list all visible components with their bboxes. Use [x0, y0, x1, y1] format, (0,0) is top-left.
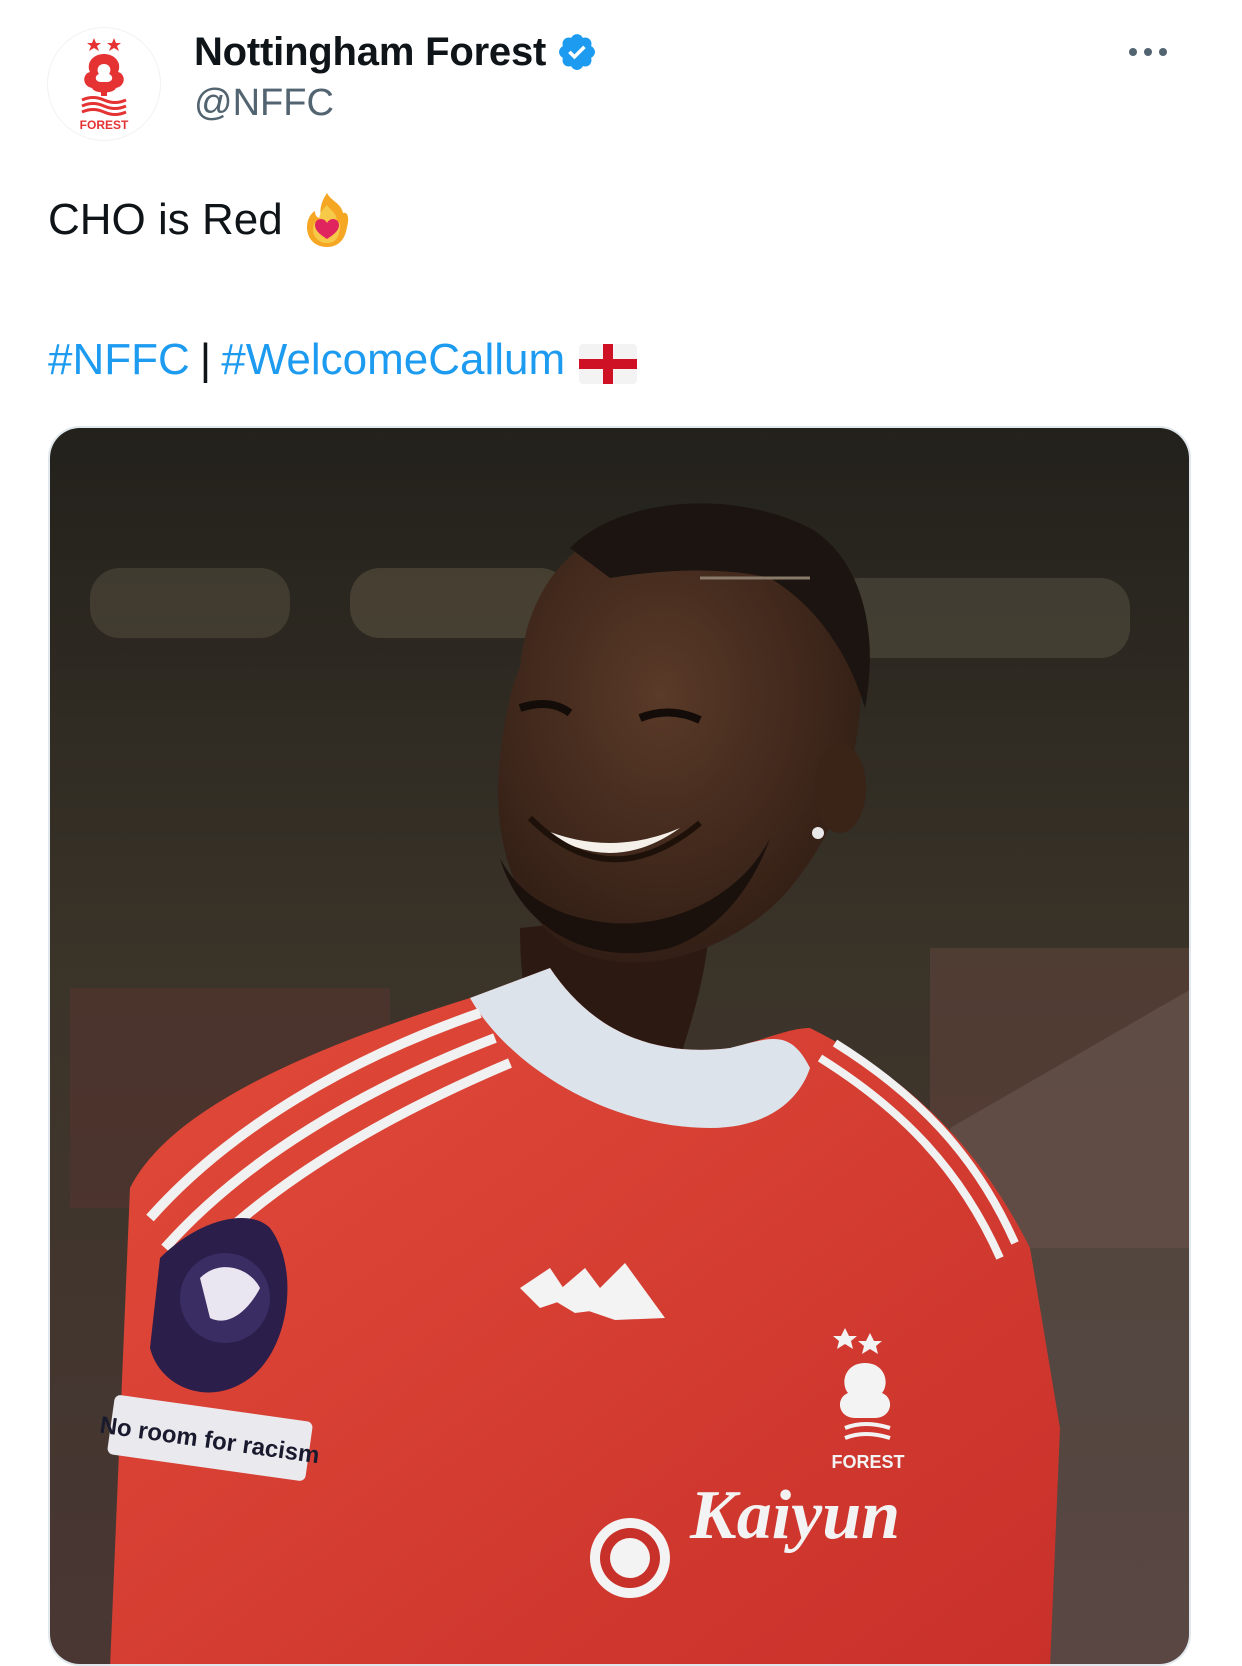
- hashtag-separator: |: [199, 335, 212, 384]
- tweet-hashtags: #NFFC | #WelcomeCallum: [48, 330, 638, 390]
- more-options-button[interactable]: [1116, 30, 1180, 74]
- account-handle[interactable]: @NFFC: [194, 82, 334, 125]
- tweet-media-photo[interactable]: No room for racism FOREST Kaiyun: [48, 426, 1191, 1666]
- hashtag-link-nffc[interactable]: #NFFC: [48, 330, 190, 390]
- england-flag-icon: [579, 340, 638, 384]
- heart-on-fire-emoji-icon: [301, 191, 353, 249]
- account-name-row: Nottingham Forest: [194, 24, 598, 80]
- account-avatar[interactable]: FOREST: [48, 28, 160, 140]
- tweet-text-content: CHO is Red: [48, 195, 283, 244]
- more-dot-icon: [1144, 48, 1152, 56]
- display-name[interactable]: Nottingham Forest: [194, 30, 546, 75]
- svg-text:FOREST: FOREST: [831, 1452, 904, 1472]
- tweet-card: FOREST Nottingham Forest @NFFC CHO is Re…: [0, 0, 1242, 1666]
- verified-badge-icon[interactable]: [556, 31, 598, 73]
- player-photo: No room for racism FOREST Kaiyun: [50, 428, 1189, 1664]
- nottingham-forest-crest-icon: FOREST: [80, 38, 129, 132]
- more-dot-icon: [1159, 48, 1167, 56]
- svg-text:Kaiyun: Kaiyun: [689, 1477, 900, 1554]
- tweet-text: CHO is Red: [48, 190, 353, 250]
- hashtag-link-welcomecallum[interactable]: #WelcomeCallum: [221, 330, 565, 390]
- svg-text:FOREST: FOREST: [80, 118, 129, 132]
- more-dot-icon: [1129, 48, 1137, 56]
